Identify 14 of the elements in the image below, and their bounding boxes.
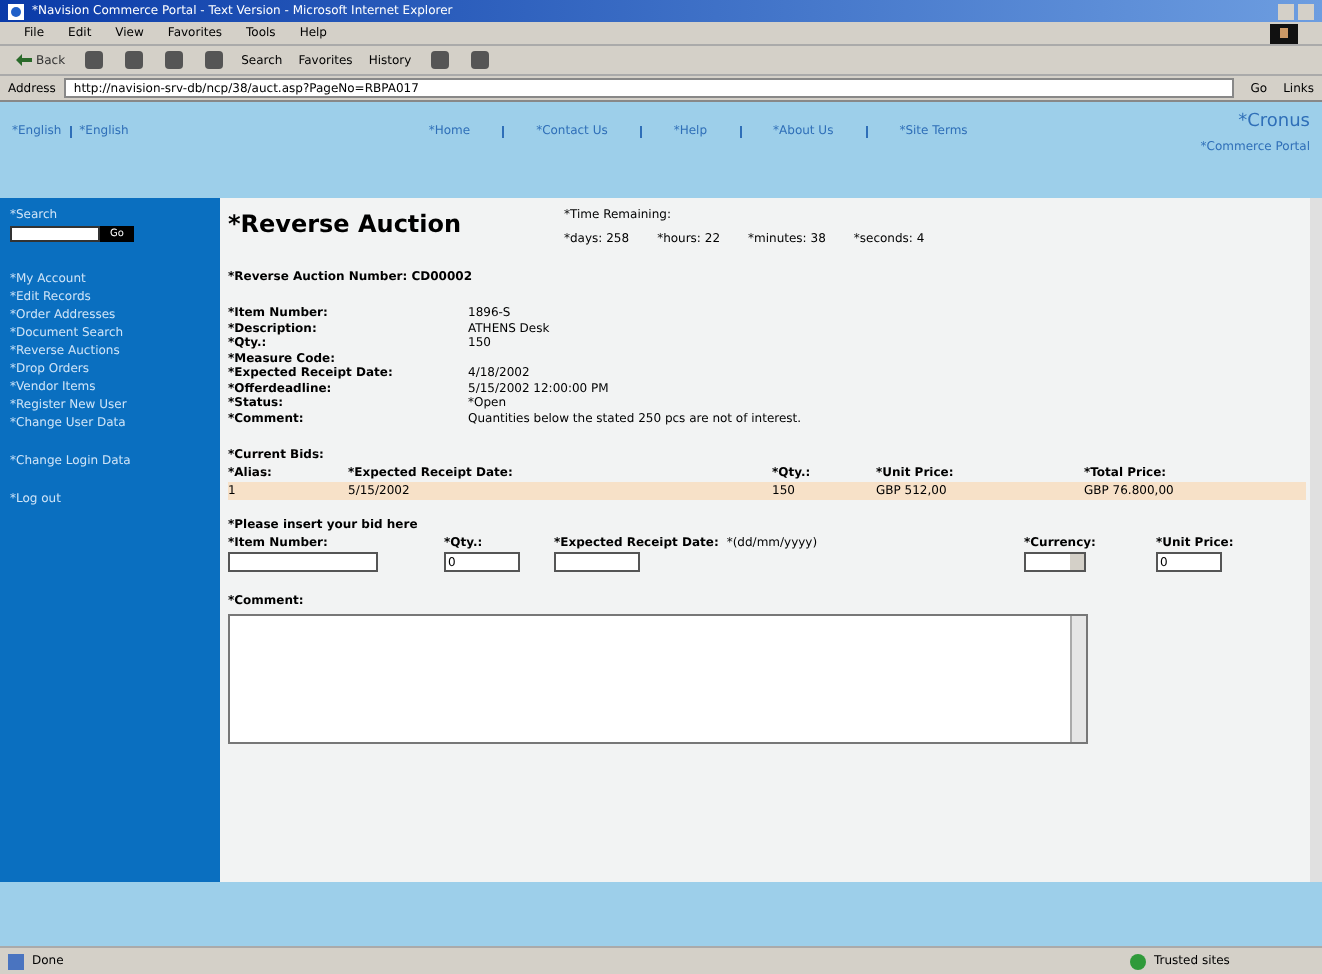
browser-icon — [8, 3, 24, 19]
search-field[interactable] — [10, 226, 100, 242]
check-icon — [1130, 953, 1146, 969]
brand-name: *Cronus — [1238, 110, 1310, 136]
back-arrow-icon — [16, 54, 32, 66]
receipt-date-field[interactable] — [554, 552, 640, 572]
item-number-field[interactable] — [228, 552, 378, 572]
page-icon — [8, 953, 24, 969]
page-scrollbar[interactable] — [1310, 198, 1322, 882]
comment-field[interactable] — [228, 614, 1088, 744]
scrollbar[interactable] — [1070, 616, 1086, 742]
page-title: *Reverse Auction — [228, 208, 464, 242]
currency-select[interactable] — [1024, 552, 1086, 572]
windows-logo-icon — [1270, 23, 1298, 43]
